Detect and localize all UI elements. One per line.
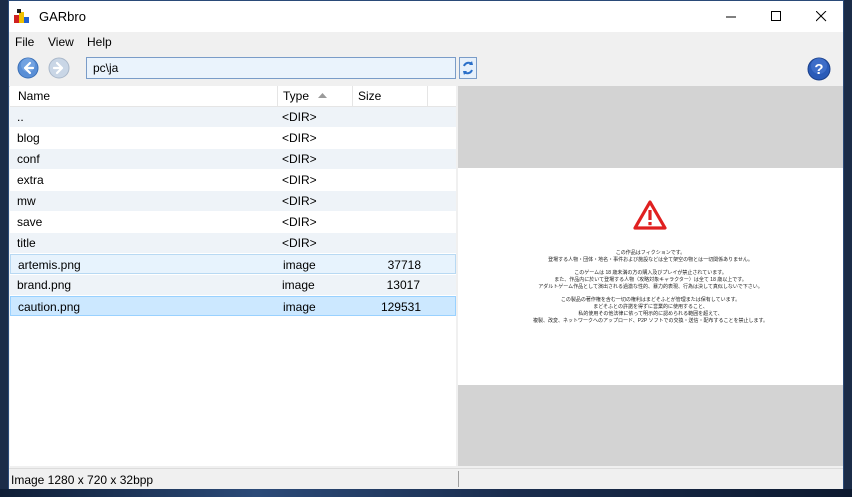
file-type: image — [283, 258, 316, 272]
file-size: 129531 — [380, 300, 421, 314]
file-type: <DIR> — [282, 236, 317, 250]
maximize-icon — [771, 11, 781, 21]
column-divider[interactable] — [427, 86, 428, 106]
file-name: caution.png — [18, 300, 81, 314]
file-name: extra — [17, 173, 44, 187]
image-preview-pane: この作品はフィクションです。 登場する人物・団体・地名・事件および施設などは全て… — [458, 86, 843, 466]
caution-line: アダルトゲーム作品として演出される過激な性的、暴力的表現、行為は決して真似しない… — [538, 284, 763, 290]
caution-line: 登場する人物・団体・地名・事件および施設などは全て架空の物とは一切関係ありません… — [548, 257, 753, 263]
file-name: blog — [17, 131, 40, 145]
caution-line: この作品はフィクションです。 — [615, 250, 686, 256]
close-icon — [816, 11, 827, 22]
file-type: <DIR> — [282, 173, 317, 187]
refresh-icon — [463, 61, 473, 75]
help-button[interactable]: ? — [807, 57, 831, 81]
column-header-row: Name Type Size — [10, 86, 456, 107]
file-name: title — [17, 236, 36, 250]
file-row[interactable]: brand.png image 13017 — [10, 275, 456, 295]
file-name: conf — [17, 152, 40, 166]
preview-image: この作品はフィクションです。 登場する人物・団体・地名・事件および施設などは全て… — [458, 168, 843, 385]
menu-bar: File View Help — [9, 32, 843, 52]
file-row[interactable]: mw <DIR> — [10, 191, 456, 211]
caution-line: また、作品内に於いて登場する人物（攻略対象キャラクター）は全て 18 歳以上です… — [554, 277, 747, 283]
menu-help[interactable]: Help — [87, 35, 112, 49]
caution-line: このゲームは 18 歳未満の方の購入及びプレイが禁止されています。 — [574, 270, 727, 276]
column-header-type[interactable]: Type — [283, 89, 309, 103]
file-type: <DIR> — [282, 152, 317, 166]
file-row[interactable]: save <DIR> — [10, 212, 456, 232]
file-type: image — [283, 300, 316, 314]
sort-ascending-icon — [318, 93, 327, 98]
file-type: <DIR> — [282, 110, 317, 124]
file-row[interactable]: artemis.png image 37718 — [10, 254, 456, 274]
file-name: brand.png — [17, 278, 72, 292]
status-text: Image 1280 x 720 x 32bpp — [11, 473, 154, 487]
file-name: mw — [17, 194, 36, 208]
app-window: GARbro File View Help pc\ja ? Name Type … — [8, 0, 844, 489]
minimize-icon — [726, 16, 736, 18]
maximize-button[interactable] — [754, 1, 799, 32]
path-input[interactable] — [86, 57, 456, 79]
column-header-name[interactable]: Name — [18, 89, 50, 103]
svg-text:?: ? — [814, 61, 823, 78]
file-type: <DIR> — [282, 131, 317, 145]
file-row[interactable]: conf <DIR> — [10, 149, 456, 169]
window-title: GARbro — [39, 9, 86, 24]
file-size: 13017 — [386, 278, 420, 292]
file-type: <DIR> — [282, 194, 317, 208]
forward-button[interactable] — [48, 57, 70, 79]
caution-line: この製品の著作権を含む一切の権利はまどそふとが管理または保有しています。 — [560, 297, 741, 303]
caution-text: この作品はフィクションです。 登場する人物・団体・地名・事件および施設などは全て… — [458, 250, 843, 325]
file-name: artemis.png — [18, 258, 81, 272]
file-row[interactable]: title <DIR> — [10, 233, 456, 253]
column-divider[interactable] — [277, 86, 278, 106]
caution-line: 私的使用その他法律に依って明示的に認められる範囲を超えて、 — [578, 311, 723, 317]
file-row[interactable]: blog <DIR> — [10, 128, 456, 148]
garbro-app-icon — [14, 9, 29, 23]
file-list[interactable]: Name Type Size .. <DIR> blog <DIR> conf <DIR>… — [10, 86, 456, 466]
column-header-size[interactable]: Size — [358, 89, 381, 103]
file-size: 37718 — [387, 258, 421, 272]
file-name: .. — [17, 110, 24, 124]
minimize-button[interactable] — [709, 1, 754, 32]
caution-line: 複製、改変、ネットワークへのアップロード、P2P ソフトでの交換・送信・配布する… — [532, 318, 769, 324]
title-bar[interactable]: GARbro — [9, 1, 843, 32]
file-row[interactable]: extra <DIR> — [10, 170, 456, 190]
warning-triangle-icon — [633, 200, 667, 230]
menu-view[interactable]: View — [48, 35, 74, 49]
menu-file[interactable]: File — [15, 35, 34, 49]
desktop-background — [0, 489, 852, 497]
file-row[interactable]: caution.png image 129531 — [10, 296, 456, 316]
file-row[interactable]: .. <DIR> — [10, 107, 456, 127]
back-button[interactable] — [17, 57, 39, 79]
caution-line: まどそふとの許諾を得ずに営業的に使用すること、 — [593, 304, 708, 310]
refresh-button[interactable] — [459, 57, 477, 79]
toolbar: ? — [9, 52, 843, 87]
status-divider — [458, 471, 459, 487]
close-button[interactable] — [799, 1, 844, 32]
file-name: save — [17, 215, 43, 229]
column-divider[interactable] — [352, 86, 353, 106]
file-type: <DIR> — [282, 215, 317, 229]
file-type: image — [282, 278, 315, 292]
status-bar: Image 1280 x 720 x 32bpp — [9, 468, 843, 489]
